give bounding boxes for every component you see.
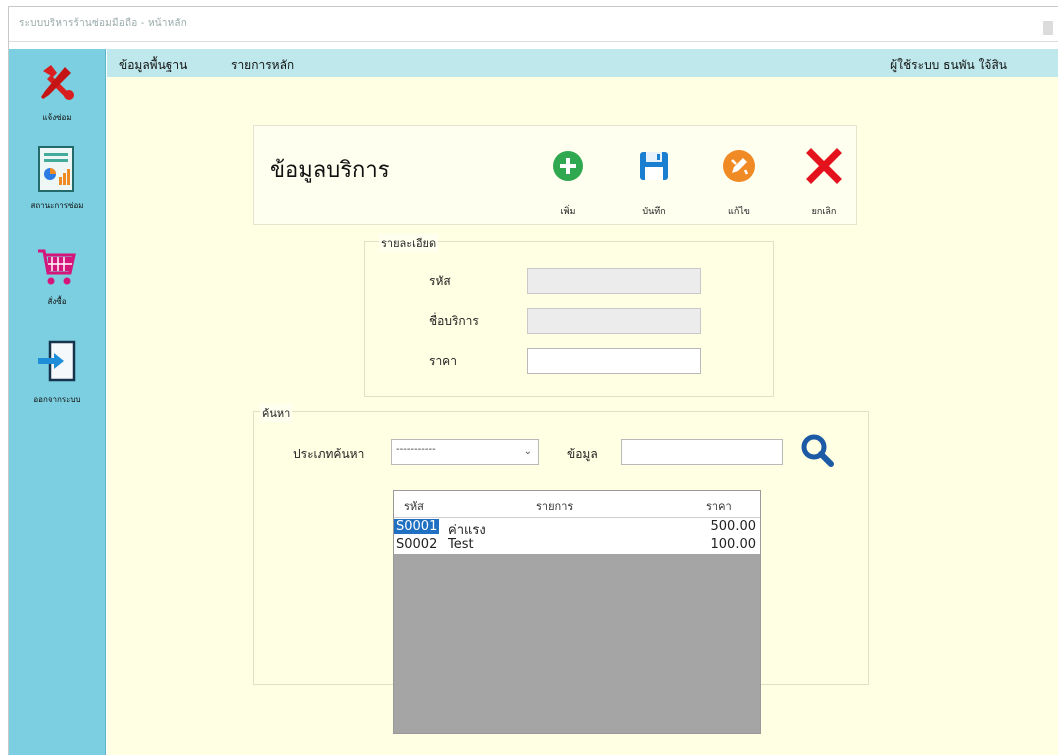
report-chart-icon [38, 146, 74, 192]
menu-item-master-data[interactable]: ข้อมูลพื้นฐาน [119, 56, 187, 75]
search-type-selected: ----------- [396, 444, 436, 455]
search-type-label: ประเภทค้นหา [293, 447, 365, 461]
price-field[interactable] [527, 348, 701, 374]
price-label: ราคา [429, 354, 457, 368]
app-window: ระบบบริหารร้านซ่อมมือถือ - หน้าหลัก แจ้ง… [8, 6, 1058, 755]
search-type-select[interactable]: ----------- ⌄ [391, 439, 539, 465]
shopping-cart-icon [38, 249, 76, 285]
add-button-label: เพิ่ม [560, 207, 576, 217]
header-panel: ข้อมูลบริการ เพิ่ม บันทึก แก้ไข ยกเลิก [253, 125, 857, 225]
edit-button[interactable] [717, 144, 761, 188]
column-header-code[interactable]: รหัส [404, 497, 424, 515]
main-content: ข้อมูลบริการ เพิ่ม บันทึก แก้ไข ยกเลิก ร… [107, 77, 1058, 755]
save-icon [640, 152, 668, 180]
search-icon [801, 434, 834, 467]
menu-bar: ข้อมูลพื้นฐาน รายการหลัก ผู้ใช้ระบบ ธนพั… [107, 49, 1058, 77]
edit-icon [723, 150, 755, 182]
sidebar-item-label: ออกจากระบบ [33, 395, 81, 404]
row-price-cell[interactable]: 100.00 [711, 537, 757, 552]
sidebar-item-label: แจ้งซ่อม [42, 113, 72, 122]
cancel-button-label: ยกเลิก [811, 207, 837, 217]
sidebar-item-status[interactable]: สถานะการซ่อม [9, 145, 105, 212]
column-header-item[interactable]: รายการ [536, 497, 573, 515]
chevron-down-icon: ⌄ [523, 446, 532, 457]
table-row[interactable]: S0002 Test 100.00 [394, 536, 760, 554]
search-data-label: ข้อมูล [567, 447, 598, 461]
sidebar-item-logout[interactable]: ออกจากระบบ [9, 339, 105, 406]
search-data-field[interactable] [621, 439, 783, 465]
row-code-cell[interactable]: S0002 [396, 537, 437, 552]
code-label: รหัส [429, 274, 451, 288]
title-bar: ระบบบริหารร้านซ่อมมือถือ - หน้าหลัก [9, 7, 1058, 42]
edit-button-label: แก้ไข [728, 207, 750, 217]
sidebar: แจ้งซ่อม สถานะการซ่อม สั่งซื้อ ออกจากระบ… [9, 49, 106, 755]
current-user-label: ผู้ใช้ระบบ ธนพัน ใจ้สิน [890, 58, 1007, 72]
details-group: รายละเอียด รหัส ชื่อบริการ ราคา [364, 234, 774, 397]
window-control[interactable] [1043, 21, 1053, 35]
add-button[interactable] [546, 144, 590, 188]
menu-item-main-list[interactable]: รายการหลัก [231, 56, 294, 75]
table-header: รหัส รายการ ราคา [394, 491, 760, 518]
column-header-price[interactable]: ราคา [706, 497, 732, 515]
cancel-icon [806, 148, 842, 184]
sidebar-item-label: สถานะการซ่อม [30, 201, 84, 210]
save-button-label: บันทึก [642, 207, 666, 217]
code-field[interactable] [527, 268, 701, 294]
row-item-cell[interactable]: Test [448, 537, 474, 552]
sidebar-item-label: สั่งซื้อ [47, 297, 67, 306]
search-group-title: ค้นหา [260, 404, 293, 422]
exit-door-icon [38, 340, 76, 382]
service-name-label: ชื่อบริการ [429, 314, 479, 328]
search-button[interactable] [797, 431, 837, 471]
row-code-cell[interactable]: S0001 [394, 519, 440, 534]
services-table[interactable]: รหัส รายการ ราคา S0001 ค่าแรง 500.00 S00… [393, 490, 761, 734]
sidebar-item-order[interactable]: สั่งซื้อ [9, 245, 105, 308]
page-title: ข้อมูลบริการ [270, 158, 390, 183]
details-group-title: รายละเอียด [379, 234, 439, 252]
service-name-field[interactable] [527, 308, 701, 334]
repair-tools-icon [41, 65, 74, 100]
table-row[interactable]: S0001 ค่าแรง 500.00 [394, 518, 760, 538]
add-icon [553, 151, 583, 181]
row-price-cell[interactable]: 500.00 [711, 519, 757, 534]
cancel-button[interactable] [802, 144, 846, 188]
window-title: ระบบบริหารร้านซ่อมมือถือ - หน้าหลัก [19, 18, 187, 29]
sidebar-item-repair[interactable]: แจ้งซ่อม [9, 61, 105, 124]
save-button[interactable] [632, 144, 676, 188]
